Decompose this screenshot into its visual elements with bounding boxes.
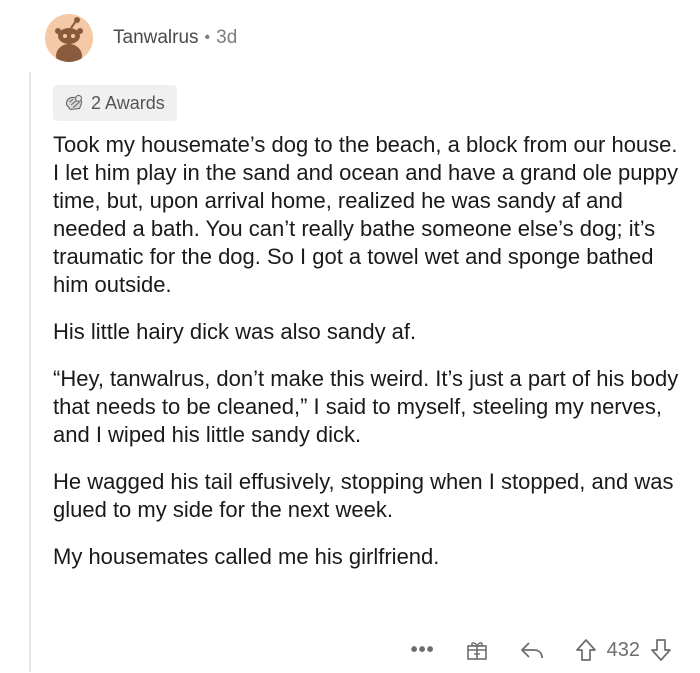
give-award-button[interactable] [465, 638, 489, 662]
awards-badge[interactable]: 2 Awards [53, 85, 177, 121]
meta-separator: • [204, 29, 211, 46]
awards-label: 2 Awards [91, 92, 165, 113]
reply-button[interactable] [519, 639, 545, 661]
award-icon [65, 94, 83, 111]
comment-header: Tanwalrus • 3d [45, 14, 237, 62]
snoo-avatar-icon [45, 14, 93, 62]
comment-actions: ••• 432 [411, 638, 672, 662]
avatar[interactable] [45, 14, 93, 62]
comment-age: 3d [216, 27, 238, 48]
comment-paragraph: He wagged his tail effusively, stopping … [53, 469, 674, 522]
more-options-button[interactable]: ••• [411, 639, 435, 662]
comment-paragraph: “Hey, tanwalrus, don’t make this weird. … [53, 366, 679, 447]
comment-paragraph: My housemates called me his girlfriend. [53, 544, 440, 569]
comment-meta: Tanwalrus • 3d [113, 27, 237, 49]
vote-score: 432 [606, 638, 640, 661]
comment-paragraph: Took my housemate’s dog to the beach, a … [53, 132, 679, 297]
upvote-button[interactable] [575, 638, 597, 662]
comment-body: Took my housemate’s dog to the beach, a … [53, 131, 683, 590]
upvote-arrow-icon [575, 639, 596, 661]
comment-paragraph: His little hairy dick was also sandy af. [53, 319, 417, 344]
username[interactable]: Tanwalrus [113, 27, 199, 49]
gift-icon [466, 642, 487, 660]
reply-arrow-icon [520, 642, 543, 659]
thread-line[interactable] [29, 72, 31, 672]
downvote-arrow-icon [651, 639, 671, 661]
downvote-button[interactable] [650, 638, 672, 662]
